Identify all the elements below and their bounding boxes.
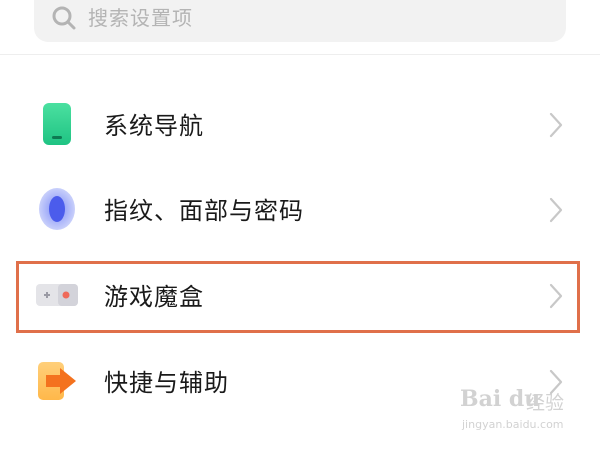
divider xyxy=(0,54,600,55)
shortcut-arrow-icon xyxy=(38,362,76,400)
search-bar[interactable]: 搜索设置项 xyxy=(34,0,566,42)
baidu-jingyan-watermark: Bai du 经验 jingyan.baidu.com xyxy=(458,384,568,436)
chevron-right-icon xyxy=(549,112,563,138)
search-icon xyxy=(52,6,76,30)
settings-item-label: 指纹、面部与密码 xyxy=(104,197,304,225)
fingerprint-icon xyxy=(39,188,75,230)
settings-item-fingerprint-face-password[interactable]: 指纹、面部与密码 xyxy=(0,168,600,254)
watermark-url: jingyan.baidu.com xyxy=(462,418,564,431)
watermark-cn: 经验 xyxy=(526,392,565,414)
chevron-right-icon xyxy=(549,197,563,223)
settings-item-label: 系统导航 xyxy=(104,112,204,140)
phone-navigation-icon xyxy=(43,103,71,145)
search-placeholder: 搜索设置项 xyxy=(88,6,193,30)
highlight-frame xyxy=(16,261,580,333)
settings-item-label: 快捷与辅助 xyxy=(104,369,229,397)
settings-item-system-navigation[interactable]: 系统导航 xyxy=(0,83,600,169)
